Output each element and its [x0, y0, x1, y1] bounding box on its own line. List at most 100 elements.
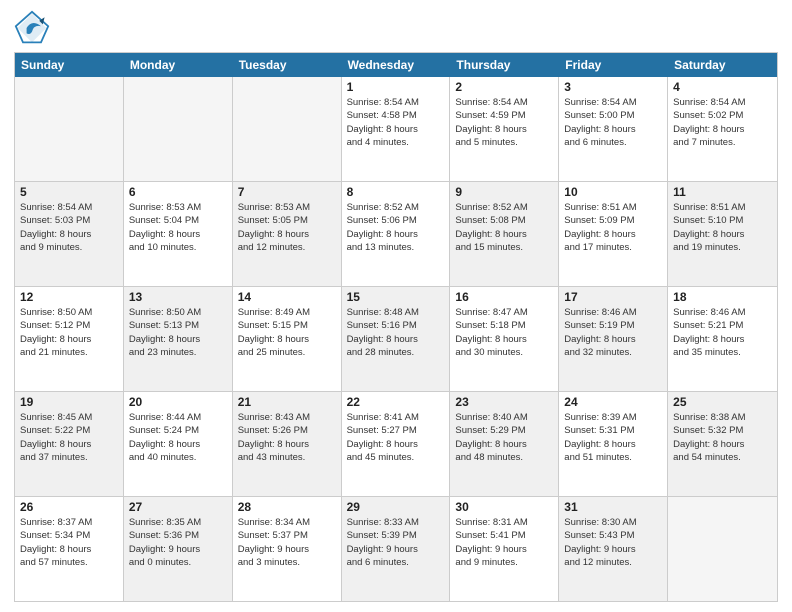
- day-info: Sunrise: 8:53 AMSunset: 5:05 PMDaylight:…: [238, 201, 336, 254]
- day-info: Sunrise: 8:44 AMSunset: 5:24 PMDaylight:…: [129, 411, 227, 464]
- day-info: Sunrise: 8:54 AMSunset: 5:02 PMDaylight:…: [673, 96, 772, 149]
- calendar-cell: 2 Sunrise: 8:54 AMSunset: 4:59 PMDaylight…: [450, 77, 559, 181]
- calendar-cell: 14 Sunrise: 8:49 AMSunset: 5:15 PMDayligh…: [233, 287, 342, 391]
- day-number: 13: [129, 290, 227, 304]
- day-info: Sunrise: 8:30 AMSunset: 5:43 PMDaylight:…: [564, 516, 662, 569]
- calendar-cell: [668, 497, 777, 601]
- calendar-row: 26Sunrise: 8:37 AMSunset: 5:34 PMDayligh…: [15, 497, 777, 601]
- calendar-cell: 16 Sunrise: 8:47 AMSunset: 5:18 PMDayligh…: [450, 287, 559, 391]
- day-number: 11: [673, 185, 772, 199]
- day-info: Sunrise: 8:31 AMSunset: 5:41 PMDaylight:…: [455, 516, 553, 569]
- day-number: 15: [347, 290, 445, 304]
- page: SundayMondayTuesdayWednesdayThursdayFrid…: [0, 0, 792, 612]
- calendar-cell: 23 Sunrise: 8:40 AMSunset: 5:29 PMDayligh…: [450, 392, 559, 496]
- calendar-cell: 6 Sunrise: 8:53 AMSunset: 5:04 PMDaylight…: [124, 182, 233, 286]
- calendar-cell: 17Sunrise: 8:46 AMSunset: 5:19 PMDayligh…: [559, 287, 668, 391]
- calendar-cell: 19Sunrise: 8:45 AMSunset: 5:22 PMDayligh…: [15, 392, 124, 496]
- calendar-cell: 8 Sunrise: 8:52 AMSunset: 5:06 PMDaylight…: [342, 182, 451, 286]
- day-of-week-header: Sunday: [15, 53, 124, 77]
- day-number: 6: [129, 185, 227, 199]
- calendar-cell: [15, 77, 124, 181]
- day-number: 8: [347, 185, 445, 199]
- calendar-cell: 1 Sunrise: 8:54 AMSunset: 4:58 PMDaylight…: [342, 77, 451, 181]
- day-of-week-header: Saturday: [668, 53, 777, 77]
- logo-icon: [14, 10, 50, 46]
- calendar-cell: [233, 77, 342, 181]
- day-info: Sunrise: 8:54 AMSunset: 4:59 PMDaylight:…: [455, 96, 553, 149]
- calendar-cell: 7 Sunrise: 8:53 AMSunset: 5:05 PMDaylight…: [233, 182, 342, 286]
- calendar-cell: 20 Sunrise: 8:44 AMSunset: 5:24 PMDayligh…: [124, 392, 233, 496]
- day-info: Sunrise: 8:33 AMSunset: 5:39 PMDaylight:…: [347, 516, 445, 569]
- day-number: 7: [238, 185, 336, 199]
- day-info: Sunrise: 8:41 AMSunset: 5:27 PMDaylight:…: [347, 411, 445, 464]
- day-info: Sunrise: 8:52 AMSunset: 5:06 PMDaylight:…: [347, 201, 445, 254]
- calendar-cell: 9Sunrise: 8:52 AMSunset: 5:08 PMDaylight…: [450, 182, 559, 286]
- logo: [14, 10, 54, 46]
- day-number: 16: [455, 290, 553, 304]
- day-number: 1: [347, 80, 445, 94]
- day-number: 14: [238, 290, 336, 304]
- day-info: Sunrise: 8:50 AMSunset: 5:12 PMDaylight:…: [20, 306, 118, 359]
- day-number: 29: [347, 500, 445, 514]
- calendar-cell: 5Sunrise: 8:54 AMSunset: 5:03 PMDaylight…: [15, 182, 124, 286]
- calendar-cell: 28 Sunrise: 8:34 AMSunset: 5:37 PMDayligh…: [233, 497, 342, 601]
- day-info: Sunrise: 8:51 AMSunset: 5:09 PMDaylight:…: [564, 201, 662, 254]
- day-number: 9: [455, 185, 553, 199]
- day-info: Sunrise: 8:48 AMSunset: 5:16 PMDaylight:…: [347, 306, 445, 359]
- calendar-cell: 4Sunrise: 8:54 AMSunset: 5:02 PMDaylight…: [668, 77, 777, 181]
- day-number: 25: [673, 395, 772, 409]
- day-info: Sunrise: 8:43 AMSunset: 5:26 PMDaylight:…: [238, 411, 336, 464]
- day-number: 12: [20, 290, 118, 304]
- calendar-cell: 31 Sunrise: 8:30 AMSunset: 5:43 PMDayligh…: [559, 497, 668, 601]
- calendar-cell: 21 Sunrise: 8:43 AMSunset: 5:26 PMDayligh…: [233, 392, 342, 496]
- calendar-cell: 27 Sunrise: 8:35 AMSunset: 5:36 PMDayligh…: [124, 497, 233, 601]
- day-info: Sunrise: 8:35 AMSunset: 5:36 PMDaylight:…: [129, 516, 227, 569]
- day-info: Sunrise: 8:46 AMSunset: 5:21 PMDaylight:…: [673, 306, 772, 359]
- day-info: Sunrise: 8:49 AMSunset: 5:15 PMDaylight:…: [238, 306, 336, 359]
- day-number: 28: [238, 500, 336, 514]
- calendar-cell: 25 Sunrise: 8:38 AMSunset: 5:32 PMDayligh…: [668, 392, 777, 496]
- calendar-row: 19Sunrise: 8:45 AMSunset: 5:22 PMDayligh…: [15, 392, 777, 497]
- calendar-cell: 13 Sunrise: 8:50 AMSunset: 5:13 PMDayligh…: [124, 287, 233, 391]
- day-number: 31: [564, 500, 662, 514]
- day-info: Sunrise: 8:47 AMSunset: 5:18 PMDaylight:…: [455, 306, 553, 359]
- day-number: 22: [347, 395, 445, 409]
- day-number: 26: [20, 500, 118, 514]
- day-number: 20: [129, 395, 227, 409]
- day-number: 21: [238, 395, 336, 409]
- calendar-cell: 12 Sunrise: 8:50 AMSunset: 5:12 PMDayligh…: [15, 287, 124, 391]
- day-info: Sunrise: 8:51 AMSunset: 5:10 PMDaylight:…: [673, 201, 772, 254]
- day-of-week-header: Monday: [124, 53, 233, 77]
- day-number: 30: [455, 500, 553, 514]
- day-info: Sunrise: 8:45 AMSunset: 5:22 PMDaylight:…: [20, 411, 118, 464]
- calendar-row: 5Sunrise: 8:54 AMSunset: 5:03 PMDaylight…: [15, 182, 777, 287]
- calendar-cell: 18Sunrise: 8:46 AMSunset: 5:21 PMDayligh…: [668, 287, 777, 391]
- calendar-cell: 29 Sunrise: 8:33 AMSunset: 5:39 PMDayligh…: [342, 497, 451, 601]
- calendar-row: 1 Sunrise: 8:54 AMSunset: 4:58 PMDaylight…: [15, 77, 777, 182]
- day-info: Sunrise: 8:38 AMSunset: 5:32 PMDaylight:…: [673, 411, 772, 464]
- day-number: 24: [564, 395, 662, 409]
- calendar-cell: 11 Sunrise: 8:51 AMSunset: 5:10 PMDayligh…: [668, 182, 777, 286]
- calendar-cell: 15 Sunrise: 8:48 AMSunset: 5:16 PMDayligh…: [342, 287, 451, 391]
- calendar-cell: [124, 77, 233, 181]
- day-info: Sunrise: 8:53 AMSunset: 5:04 PMDaylight:…: [129, 201, 227, 254]
- calendar-header: SundayMondayTuesdayWednesdayThursdayFrid…: [15, 53, 777, 77]
- calendar-cell: 30 Sunrise: 8:31 AMSunset: 5:41 PMDayligh…: [450, 497, 559, 601]
- day-info: Sunrise: 8:46 AMSunset: 5:19 PMDaylight:…: [564, 306, 662, 359]
- day-info: Sunrise: 8:50 AMSunset: 5:13 PMDaylight:…: [129, 306, 227, 359]
- calendar: SundayMondayTuesdayWednesdayThursdayFrid…: [14, 52, 778, 602]
- day-info: Sunrise: 8:40 AMSunset: 5:29 PMDaylight:…: [455, 411, 553, 464]
- calendar-cell: 10Sunrise: 8:51 AMSunset: 5:09 PMDayligh…: [559, 182, 668, 286]
- day-number: 23: [455, 395, 553, 409]
- day-info: Sunrise: 8:39 AMSunset: 5:31 PMDaylight:…: [564, 411, 662, 464]
- day-number: 3: [564, 80, 662, 94]
- day-number: 2: [455, 80, 553, 94]
- day-of-week-header: Wednesday: [342, 53, 451, 77]
- calendar-cell: 3Sunrise: 8:54 AMSunset: 5:00 PMDaylight…: [559, 77, 668, 181]
- day-info: Sunrise: 8:54 AMSunset: 4:58 PMDaylight:…: [347, 96, 445, 149]
- calendar-cell: 22 Sunrise: 8:41 AMSunset: 5:27 PMDayligh…: [342, 392, 451, 496]
- day-number: 27: [129, 500, 227, 514]
- day-info: Sunrise: 8:34 AMSunset: 5:37 PMDaylight:…: [238, 516, 336, 569]
- calendar-body: 1 Sunrise: 8:54 AMSunset: 4:58 PMDaylight…: [15, 77, 777, 601]
- day-of-week-header: Tuesday: [233, 53, 342, 77]
